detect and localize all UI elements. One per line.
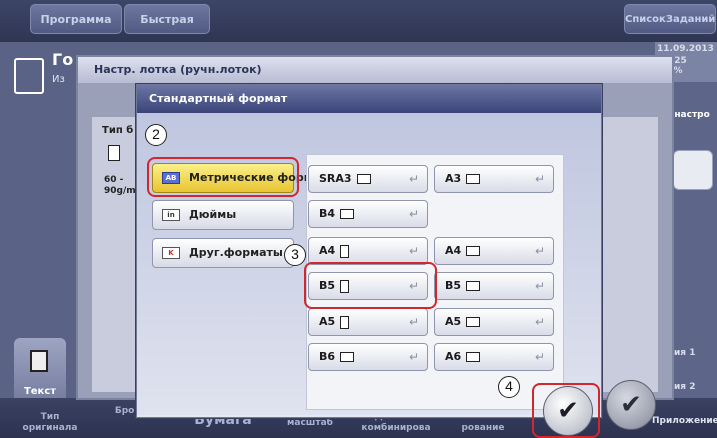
original-type-tab[interactable]: Тип оригинала <box>20 412 80 434</box>
category-label: Дюймы <box>189 208 237 221</box>
landscape-orientation-icon <box>466 281 481 291</box>
return-arrow-icon: ↵ <box>408 172 419 186</box>
category-label: Друг.форматы <box>189 246 283 259</box>
ok-button-secondary[interactable]: ✔ <box>606 380 656 430</box>
step-3-badge: 3 <box>284 244 306 266</box>
size-button-a3-landscape[interactable]: A3 ↵ <box>434 165 554 193</box>
text-mode-label: Текст <box>23 386 57 397</box>
category-icon: in <box>162 209 180 221</box>
return-arrow-icon: ↵ <box>534 244 545 258</box>
landscape-orientation-icon <box>466 246 481 256</box>
size-label: A4 <box>445 244 462 257</box>
landscape-orientation-icon <box>340 209 355 219</box>
category-icon: K <box>162 247 180 259</box>
program-button[interactable]: Программа <box>30 4 122 34</box>
scale-tab[interactable]: масштаб <box>280 418 340 429</box>
return-arrow-icon: ↵ <box>408 244 419 258</box>
return-arrow-icon: ↵ <box>408 207 419 221</box>
datetime-readout: 11.09.2013 <box>657 44 714 54</box>
return-arrow-icon: ↵ <box>408 315 419 329</box>
quick-copy-button[interactable]: Быстрая копия <box>124 4 210 56</box>
return-arrow-icon: ↵ <box>534 279 545 293</box>
tray-thumb[interactable] <box>673 150 713 190</box>
size-button-sra3-landscape[interactable]: SRA3 ↵ <box>308 165 428 193</box>
return-arrow-icon: ↵ <box>534 315 545 329</box>
tray-settings-title: Настр. лотка (ручн.лоток) <box>78 57 672 83</box>
size-label: A5 <box>445 315 462 328</box>
return-arrow-icon: ↵ <box>534 172 545 186</box>
application-tab[interactable]: Приложение <box>652 416 717 427</box>
size-button-a6-landscape[interactable]: A6 ↵ <box>434 343 554 371</box>
size-label: SRA3 <box>319 172 352 185</box>
step-4-badge: 4 <box>498 376 520 398</box>
return-arrow-icon: ↵ <box>534 350 545 364</box>
size-button-b6-landscape[interactable]: B6 ↵ <box>308 343 428 371</box>
status-title: Го <box>52 50 74 69</box>
copy-status-icon <box>14 58 44 94</box>
size-button-b4-landscape[interactable]: B4 ↵ <box>308 200 428 228</box>
highlight-ok-button <box>532 383 600 438</box>
size-label: B5 <box>445 279 462 292</box>
category-button-1[interactable]: in Дюймы <box>152 200 294 230</box>
step-2-badge: 2 <box>145 124 167 146</box>
paper-type-label: Тип б <box>102 125 134 136</box>
highlight-b5-portrait <box>304 262 437 309</box>
landscape-orientation-icon <box>466 317 481 327</box>
size-label: A6 <box>445 350 462 363</box>
size-label: B4 <box>319 207 336 220</box>
job-list-button[interactable]: СписокЗаданий <box>624 4 716 34</box>
category-button-2[interactable]: K Друг.форматы <box>152 238 294 268</box>
paper-weight-label: 60 - 90g/m <box>104 175 136 196</box>
highlight-metric-formats <box>147 157 299 197</box>
status-subtitle: Из <box>52 74 65 85</box>
portrait-orientation-icon <box>340 244 350 258</box>
return-arrow-icon: ↵ <box>408 350 419 364</box>
landscape-orientation-icon <box>340 352 355 362</box>
size-button-a4-portrait[interactable]: A4 ↵ <box>308 237 428 265</box>
size-label: A4 <box>319 244 336 257</box>
size-button-a4-landscape[interactable]: A4 ↵ <box>434 237 554 265</box>
size-button-a5-portrait[interactable]: A5 ↵ <box>308 308 428 336</box>
size-label: A5 <box>319 315 336 328</box>
size-label: B6 <box>319 350 336 363</box>
size-button-a5-landscape[interactable]: A5 ↵ <box>434 308 554 336</box>
landscape-orientation-icon <box>466 352 481 362</box>
document-icon <box>30 350 48 372</box>
landscape-orientation-icon <box>466 174 481 184</box>
landscape-orientation-icon <box>356 174 371 184</box>
size-label: A3 <box>445 172 462 185</box>
portrait-orientation-icon <box>340 315 350 329</box>
paper-icon <box>108 145 120 161</box>
top-bar: Программа Быстрая копия СписокЗаданий <box>0 0 717 56</box>
standard-format-title: Стандартный формат <box>137 85 601 113</box>
size-button-b5-landscape[interactable]: B5 ↵ <box>434 272 554 300</box>
